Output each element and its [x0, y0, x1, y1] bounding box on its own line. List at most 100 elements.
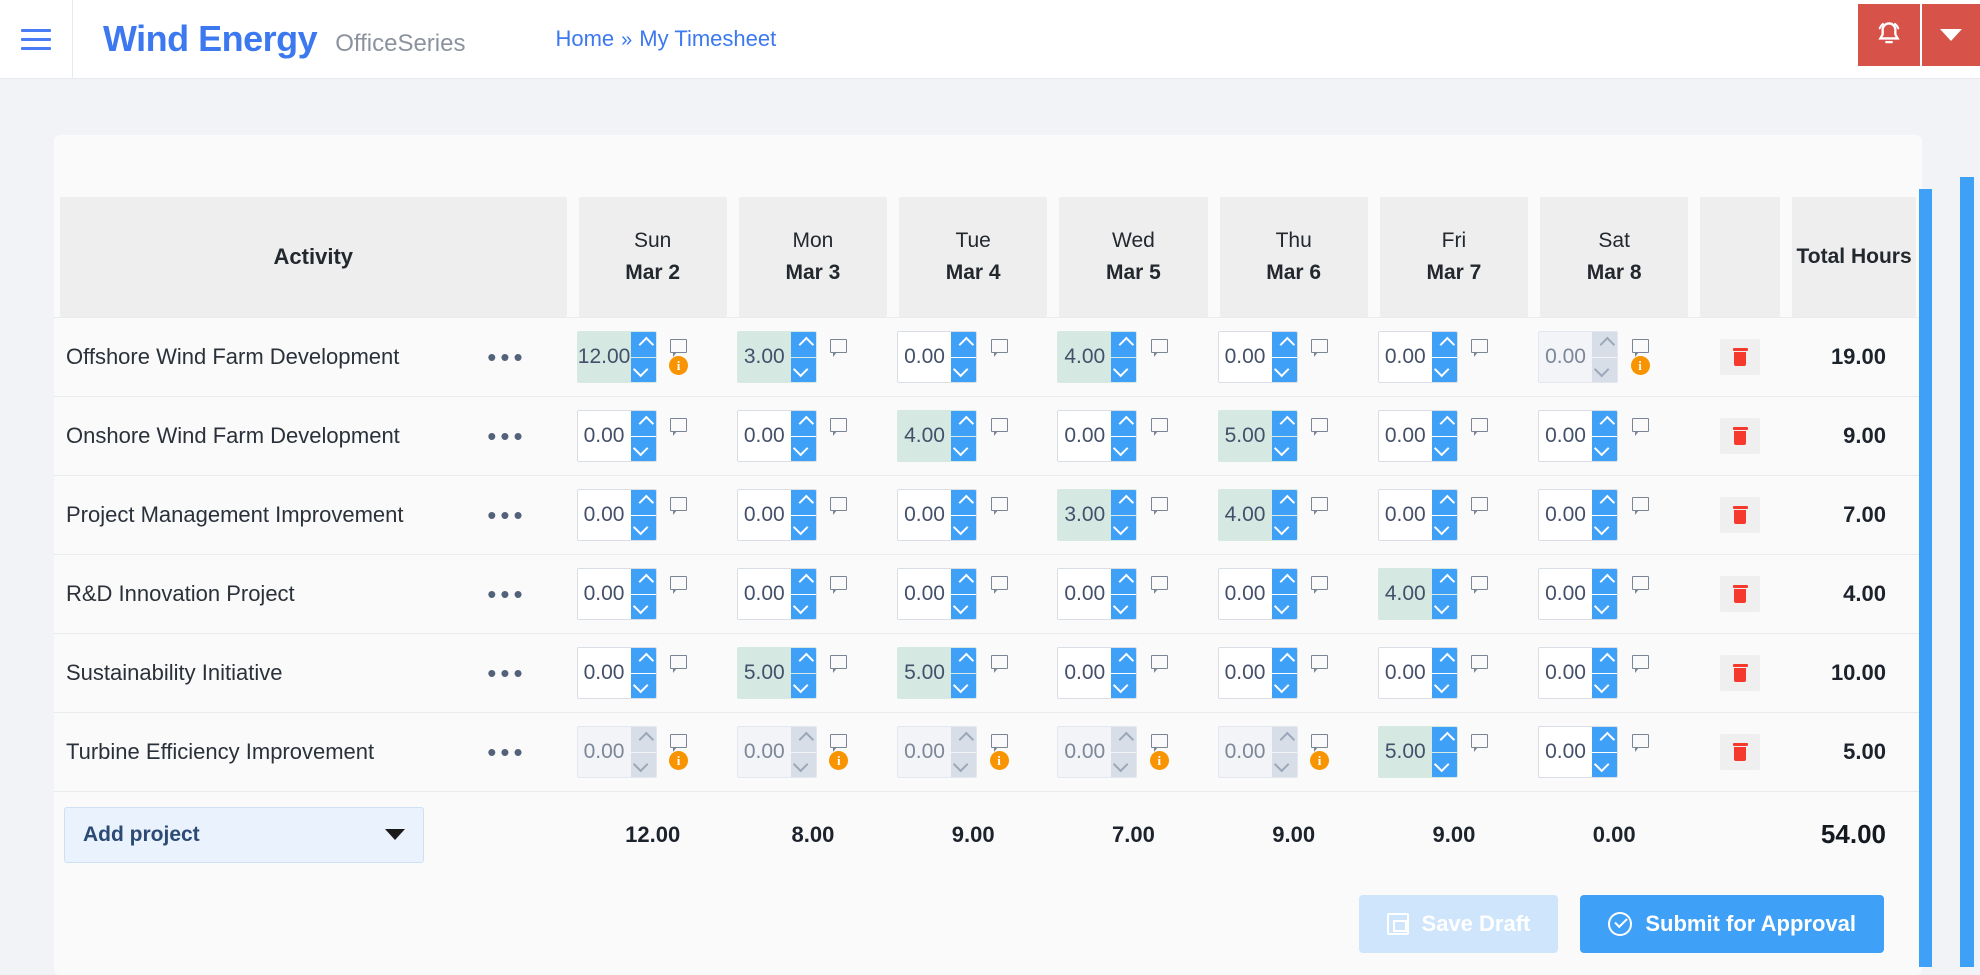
stepper-up-button[interactable] [1111, 648, 1137, 673]
stepper-up-button[interactable] [1431, 648, 1457, 673]
stepper-down-button[interactable] [630, 357, 656, 382]
comment-icon[interactable] [830, 418, 848, 436]
comment-icon[interactable] [670, 655, 688, 673]
info-icon[interactable]: i [669, 356, 689, 375]
stepper-up-button[interactable] [1592, 411, 1618, 436]
hours-input[interactable]: 0.00 [897, 726, 978, 778]
hours-input[interactable]: 0.00 [897, 489, 978, 541]
comment-icon[interactable] [1150, 339, 1168, 357]
stepper-up-button[interactable] [790, 648, 816, 673]
comment-icon[interactable] [1471, 655, 1489, 673]
comment-icon[interactable] [1311, 497, 1329, 515]
stepper-down-button[interactable] [630, 515, 656, 540]
hours-input[interactable]: 0.00 [576, 647, 657, 699]
comment-icon[interactable] [1311, 734, 1329, 752]
stepper-down-button[interactable] [951, 357, 977, 382]
add-project-dropdown[interactable]: Add project [64, 806, 424, 863]
stepper-down-button[interactable] [1271, 515, 1297, 540]
hours-input[interactable]: 0.00 [1538, 726, 1619, 778]
stepper-down-button[interactable] [790, 357, 816, 382]
stepper-down-button[interactable] [1271, 594, 1297, 619]
stepper-up-button[interactable] [1592, 727, 1618, 752]
hours-input[interactable]: 0.00 [736, 726, 817, 778]
stepper-up-button[interactable] [790, 569, 816, 594]
hours-input[interactable]: 5.00 [897, 647, 978, 699]
hours-input[interactable]: 0.00 [1057, 647, 1138, 699]
stepper-up-button[interactable] [1111, 411, 1137, 436]
stepper-up-button[interactable] [1592, 490, 1618, 515]
hours-input[interactable]: 4.00 [1377, 568, 1458, 620]
stepper-down-button[interactable] [951, 515, 977, 540]
hours-input[interactable]: 0.00 [576, 489, 657, 541]
stepper-up-button[interactable] [790, 490, 816, 515]
stepper-down-button[interactable] [1592, 515, 1618, 540]
stepper-up-button[interactable] [630, 727, 656, 752]
stepper-down-button[interactable] [790, 515, 816, 540]
stepper-down-button[interactable] [1592, 436, 1618, 461]
comment-icon[interactable] [1471, 576, 1489, 594]
hours-input[interactable]: 4.00 [1057, 331, 1138, 383]
comment-icon[interactable] [1631, 734, 1649, 752]
hours-input[interactable]: 0.00 [1217, 726, 1298, 778]
hours-input[interactable]: 3.00 [736, 331, 817, 383]
hours-input[interactable]: 0.00 [736, 568, 817, 620]
stepper-down-button[interactable] [1431, 594, 1457, 619]
comment-icon[interactable] [1150, 576, 1168, 594]
hamburger-menu-icon[interactable] [0, 0, 72, 79]
stepper-up-button[interactable] [1271, 648, 1297, 673]
comment-icon[interactable] [830, 655, 848, 673]
delete-row-button[interactable] [1720, 339, 1761, 375]
delete-row-button[interactable] [1720, 418, 1761, 454]
info-icon[interactable]: i [1310, 751, 1330, 770]
comment-icon[interactable] [1631, 339, 1649, 357]
comment-icon[interactable] [1311, 576, 1329, 594]
stepper-down-button[interactable] [630, 752, 656, 777]
hours-input[interactable]: 0.00 [1377, 331, 1458, 383]
stepper-down-button[interactable] [1431, 673, 1457, 698]
hours-input[interactable]: 0.00 [1377, 647, 1458, 699]
stepper-down-button[interactable] [630, 436, 656, 461]
stepper-up-button[interactable] [951, 727, 977, 752]
stepper-up-button[interactable] [630, 648, 656, 673]
delete-row-button[interactable] [1720, 655, 1761, 691]
save-draft-button[interactable]: Save Draft [1358, 895, 1559, 953]
comment-icon[interactable] [1631, 497, 1649, 515]
stepper-up-button[interactable] [1431, 727, 1457, 752]
stepper-down-button[interactable] [790, 436, 816, 461]
hours-input[interactable]: 0.00 [736, 489, 817, 541]
stepper-down-button[interactable] [790, 594, 816, 619]
stepper-down-button[interactable] [630, 673, 656, 698]
info-icon[interactable]: i [669, 751, 689, 770]
stepper-up-button[interactable] [951, 569, 977, 594]
comment-icon[interactable] [1471, 734, 1489, 752]
comment-icon[interactable] [670, 339, 688, 357]
hours-input[interactable]: 12.00 [576, 331, 657, 383]
comment-icon[interactable] [990, 497, 1008, 515]
delete-row-button[interactable] [1720, 576, 1761, 612]
comment-icon[interactable] [830, 497, 848, 515]
hours-input[interactable]: 0.00 [1377, 489, 1458, 541]
stepper-down-button[interactable] [1592, 594, 1618, 619]
hours-input[interactable]: 0.00 [1538, 410, 1619, 462]
hours-input[interactable]: 5.00 [736, 647, 817, 699]
info-icon[interactable]: i [1630, 356, 1650, 375]
comment-icon[interactable] [1631, 418, 1649, 436]
breadcrumb-home-link[interactable]: Home [555, 26, 614, 52]
ellipsis-icon[interactable]: ••• [487, 344, 526, 370]
delete-row-button[interactable] [1720, 497, 1761, 533]
stepper-down-button[interactable] [1592, 357, 1618, 382]
stepper-down-button[interactable] [1431, 436, 1457, 461]
stepper-down-button[interactable] [1271, 436, 1297, 461]
comment-icon[interactable] [1311, 418, 1329, 436]
stepper-up-button[interactable] [1271, 490, 1297, 515]
hours-input[interactable]: 0.00 [576, 726, 657, 778]
comment-icon[interactable] [990, 655, 1008, 673]
stepper-down-button[interactable] [630, 594, 656, 619]
stepper-down-button[interactable] [1111, 357, 1137, 382]
hours-input[interactable]: 3.00 [1057, 489, 1138, 541]
stepper-up-button[interactable] [1592, 332, 1618, 357]
stepper-up-button[interactable] [1271, 332, 1297, 357]
comment-icon[interactable] [1150, 497, 1168, 515]
comment-icon[interactable] [1311, 339, 1329, 357]
hours-input[interactable]: 0.00 [1057, 410, 1138, 462]
